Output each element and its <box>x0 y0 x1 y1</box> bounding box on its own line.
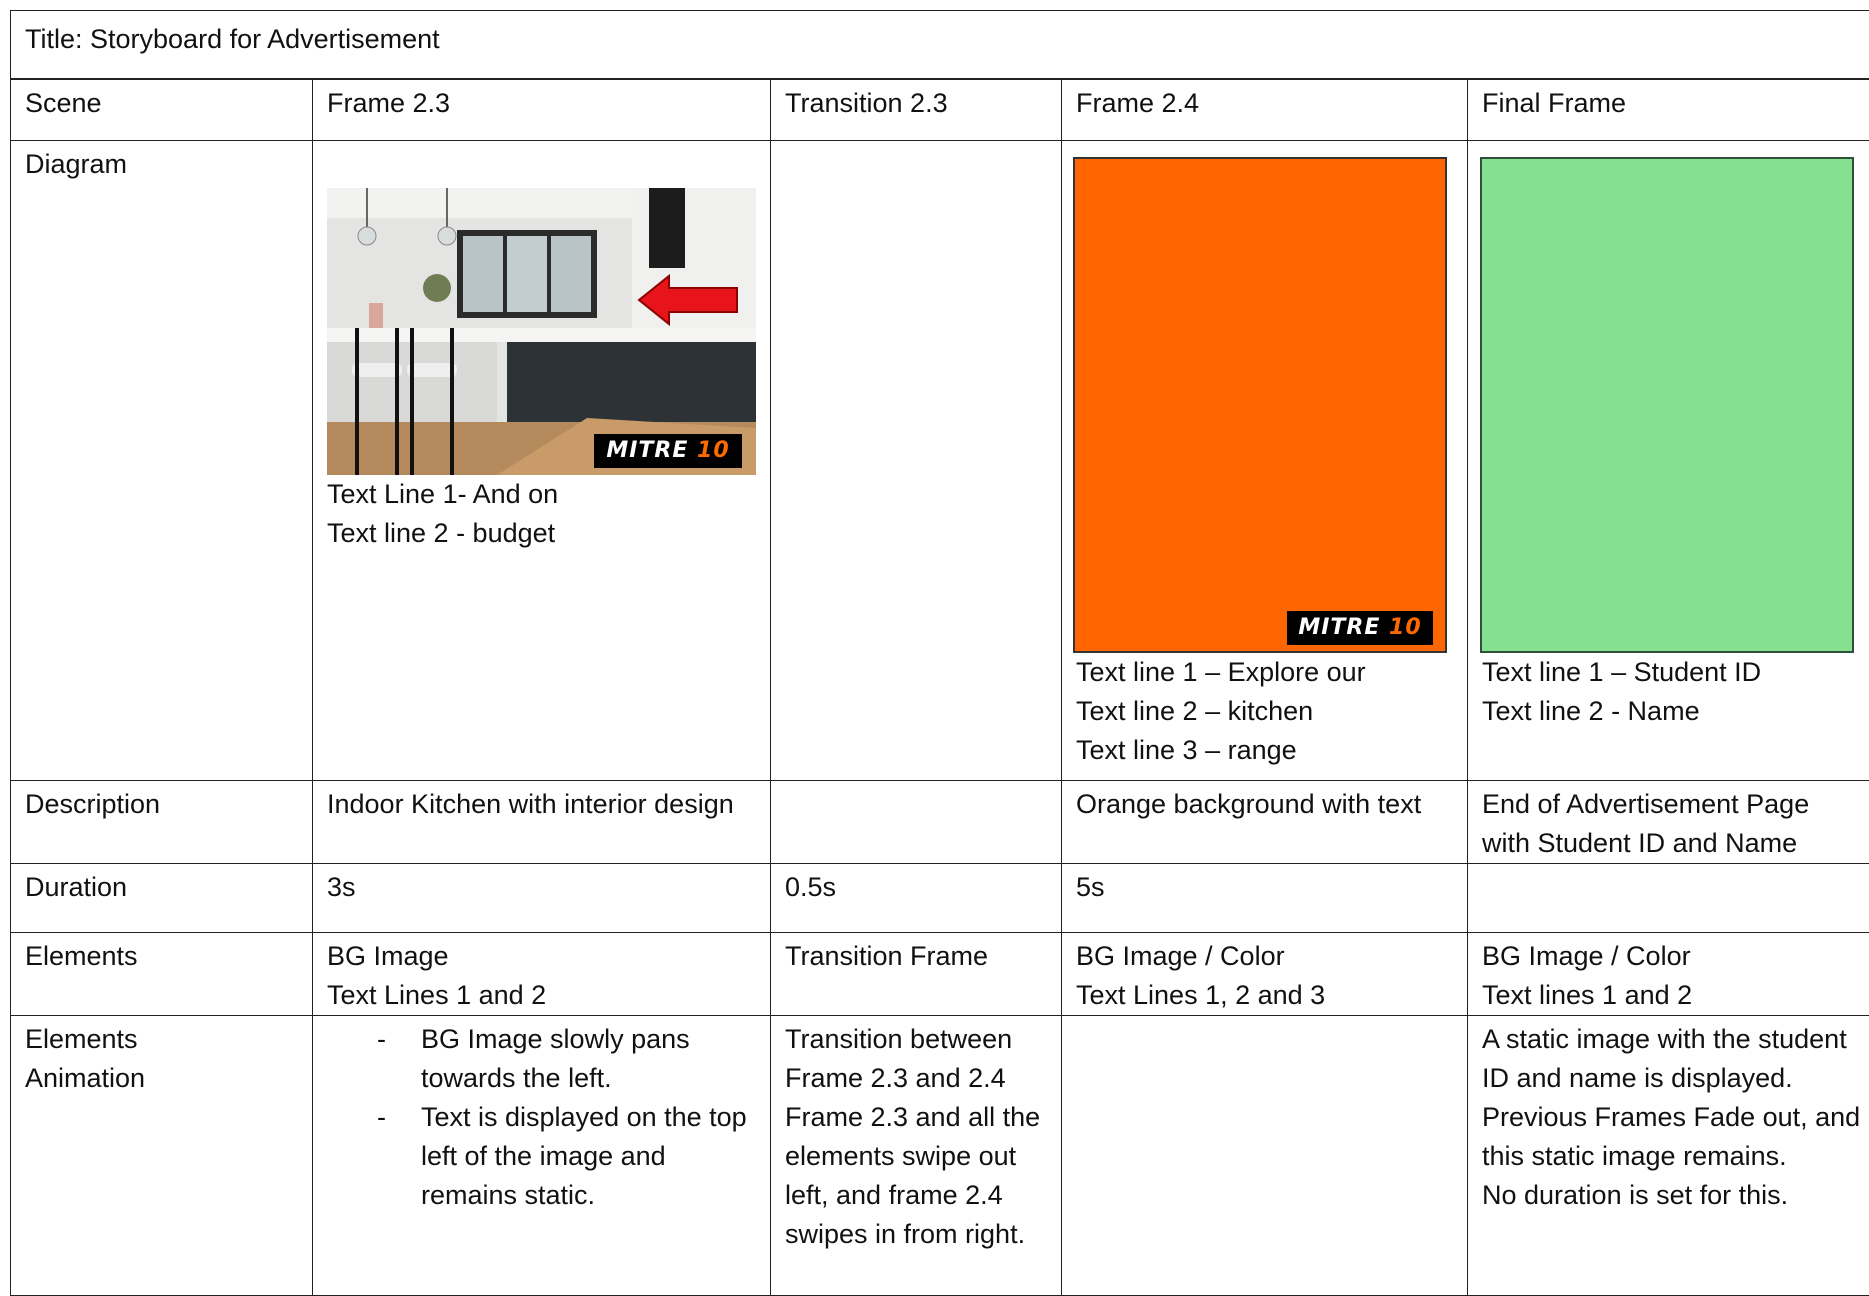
duration-label: Duration <box>11 864 313 933</box>
animation-final-line-3: No duration is set for this. <box>1482 1176 1862 1215</box>
description-frame-2-4: Orange background with text <box>1062 781 1468 864</box>
diagram-transition-2-3 <box>771 141 1062 781</box>
diagram-frame-2-4: MITRE 10 Text line 1 – Explore our Text … <box>1062 141 1468 781</box>
description-frame-2-3: Indoor Kitchen with interior design <box>313 781 771 864</box>
elements-frame-2-4: BG Image / Color Text Lines 1, 2 and 3 <box>1062 933 1468 1016</box>
final-frame-text-lines: Text line 1 – Student ID Text line 2 - N… <box>1482 653 1862 731</box>
frame-2-4-text-line-2: Text line 2 – kitchen <box>1076 692 1453 731</box>
scene-frame-2-3: Frame 2.3 <box>313 80 771 141</box>
frame-2-4-text-line-3: Text line 3 – range <box>1076 731 1453 770</box>
elements-frame-2-3: BG Image Text Lines 1 and 2 <box>313 933 771 1016</box>
animation-frame-2-3: BG Image slowly pans towards the left. T… <box>313 1016 771 1296</box>
mitre10-logo: MITRE 10 <box>594 434 742 468</box>
diagram-frame-2-3: MITRE 10 Text Line 1- And on Text line 2… <box>313 141 771 781</box>
final-frame-text-line-2: Text line 2 - Name <box>1482 692 1862 731</box>
elements-transition-line-1: Transition Frame <box>785 937 1047 976</box>
scene-row: Scene Frame 2.3 Transition 2.3 Frame 2.4… <box>11 80 1869 141</box>
description-label: Description <box>11 781 313 864</box>
duration-frame-2-4: 5s <box>1062 864 1468 933</box>
elements-frame-2-3-line-2: Text Lines 1 and 2 <box>327 976 756 1015</box>
description-row: Description Indoor Kitchen with interior… <box>11 781 1869 864</box>
animation-label: Elements Animation <box>11 1016 313 1296</box>
storyboard-table: Scene Frame 2.3 Transition 2.3 Frame 2.4… <box>10 79 1869 1296</box>
duration-row: Duration 3s 0.5s 5s <box>11 864 1869 933</box>
elements-frame-2-4-line-1: BG Image / Color <box>1076 937 1453 976</box>
frame-2-4-text-lines: Text line 1 – Explore our Text line 2 – … <box>1076 653 1453 770</box>
diagram-label: Diagram <box>11 141 313 781</box>
orange-background-panel: MITRE 10 <box>1073 157 1447 653</box>
elements-label: Elements <box>11 933 313 1016</box>
animation-row: Elements Animation BG Image slowly pans … <box>11 1016 1869 1296</box>
duration-frame-2-3: 3s <box>313 864 771 933</box>
storyboard-title: Title: Storyboard for Advertisement <box>25 24 440 55</box>
scene-frame-2-4: Frame 2.4 <box>1062 80 1468 141</box>
animation-final-line-2: Previous Frames Fade out, and this stati… <box>1482 1098 1862 1176</box>
list-item: Text is displayed on the top left of the… <box>377 1098 756 1215</box>
description-final-frame: End of Advertisement Page with Student I… <box>1468 781 1869 864</box>
animation-frame-2-4 <box>1062 1016 1468 1296</box>
animation-label-line-1: Elements <box>25 1020 298 1059</box>
diagram-final-frame: Text line 1 – Student ID Text line 2 - N… <box>1468 141 1869 781</box>
elements-row: Elements BG Image Text Lines 1 and 2 Tra… <box>11 933 1869 1016</box>
elements-transition-2-3: Transition Frame <box>771 933 1062 1016</box>
animation-label-line-2: Animation <box>25 1059 298 1098</box>
kitchen-scene-icon <box>327 188 756 475</box>
elements-frame-2-3-line-1: BG Image <box>327 937 756 976</box>
frame-2-3-text-lines: Text Line 1- And on Text line 2 - budget <box>327 475 756 553</box>
frame-2-3-text-line-2: Text line 2 - budget <box>327 514 756 553</box>
kitchen-photo: MITRE 10 <box>327 188 756 475</box>
duration-transition-2-3: 0.5s <box>771 864 1062 933</box>
frame-2-4-text-line-1: Text line 1 – Explore our <box>1076 653 1453 692</box>
elements-final-line-2: Text lines 1 and 2 <box>1482 976 1862 1015</box>
animation-final-frame: A static image with the student ID and n… <box>1468 1016 1869 1296</box>
scene-final-frame: Final Frame <box>1468 80 1869 141</box>
mitre10-logo: MITRE 10 <box>1287 611 1433 645</box>
elements-frame-2-4-line-2: Text Lines 1, 2 and 3 <box>1076 976 1453 1015</box>
duration-final-frame <box>1468 864 1869 933</box>
elements-final-frame: BG Image / Color Text lines 1 and 2 <box>1468 933 1869 1016</box>
animation-final-line-1: A static image with the student ID and n… <box>1482 1020 1862 1098</box>
scene-transition-2-3: Transition 2.3 <box>771 80 1062 141</box>
frame-2-3-text-line-1: Text Line 1- And on <box>327 475 756 514</box>
animation-frame-2-3-list: BG Image slowly pans towards the left. T… <box>327 1020 756 1215</box>
diagram-row: Diagram <box>11 141 1869 781</box>
description-transition-2-3 <box>771 781 1062 864</box>
scene-label: Scene <box>11 80 313 141</box>
final-frame-text-line-1: Text line 1 – Student ID <box>1482 653 1862 692</box>
green-background-panel <box>1480 157 1854 653</box>
elements-final-line-1: BG Image / Color <box>1482 937 1862 976</box>
animation-transition-2-3: Transition between Frame 2.3 and 2.4 Fra… <box>771 1016 1062 1296</box>
title-box: Title: Storyboard for Advertisement <box>10 10 1869 79</box>
list-item: BG Image slowly pans towards the left. <box>377 1020 756 1098</box>
